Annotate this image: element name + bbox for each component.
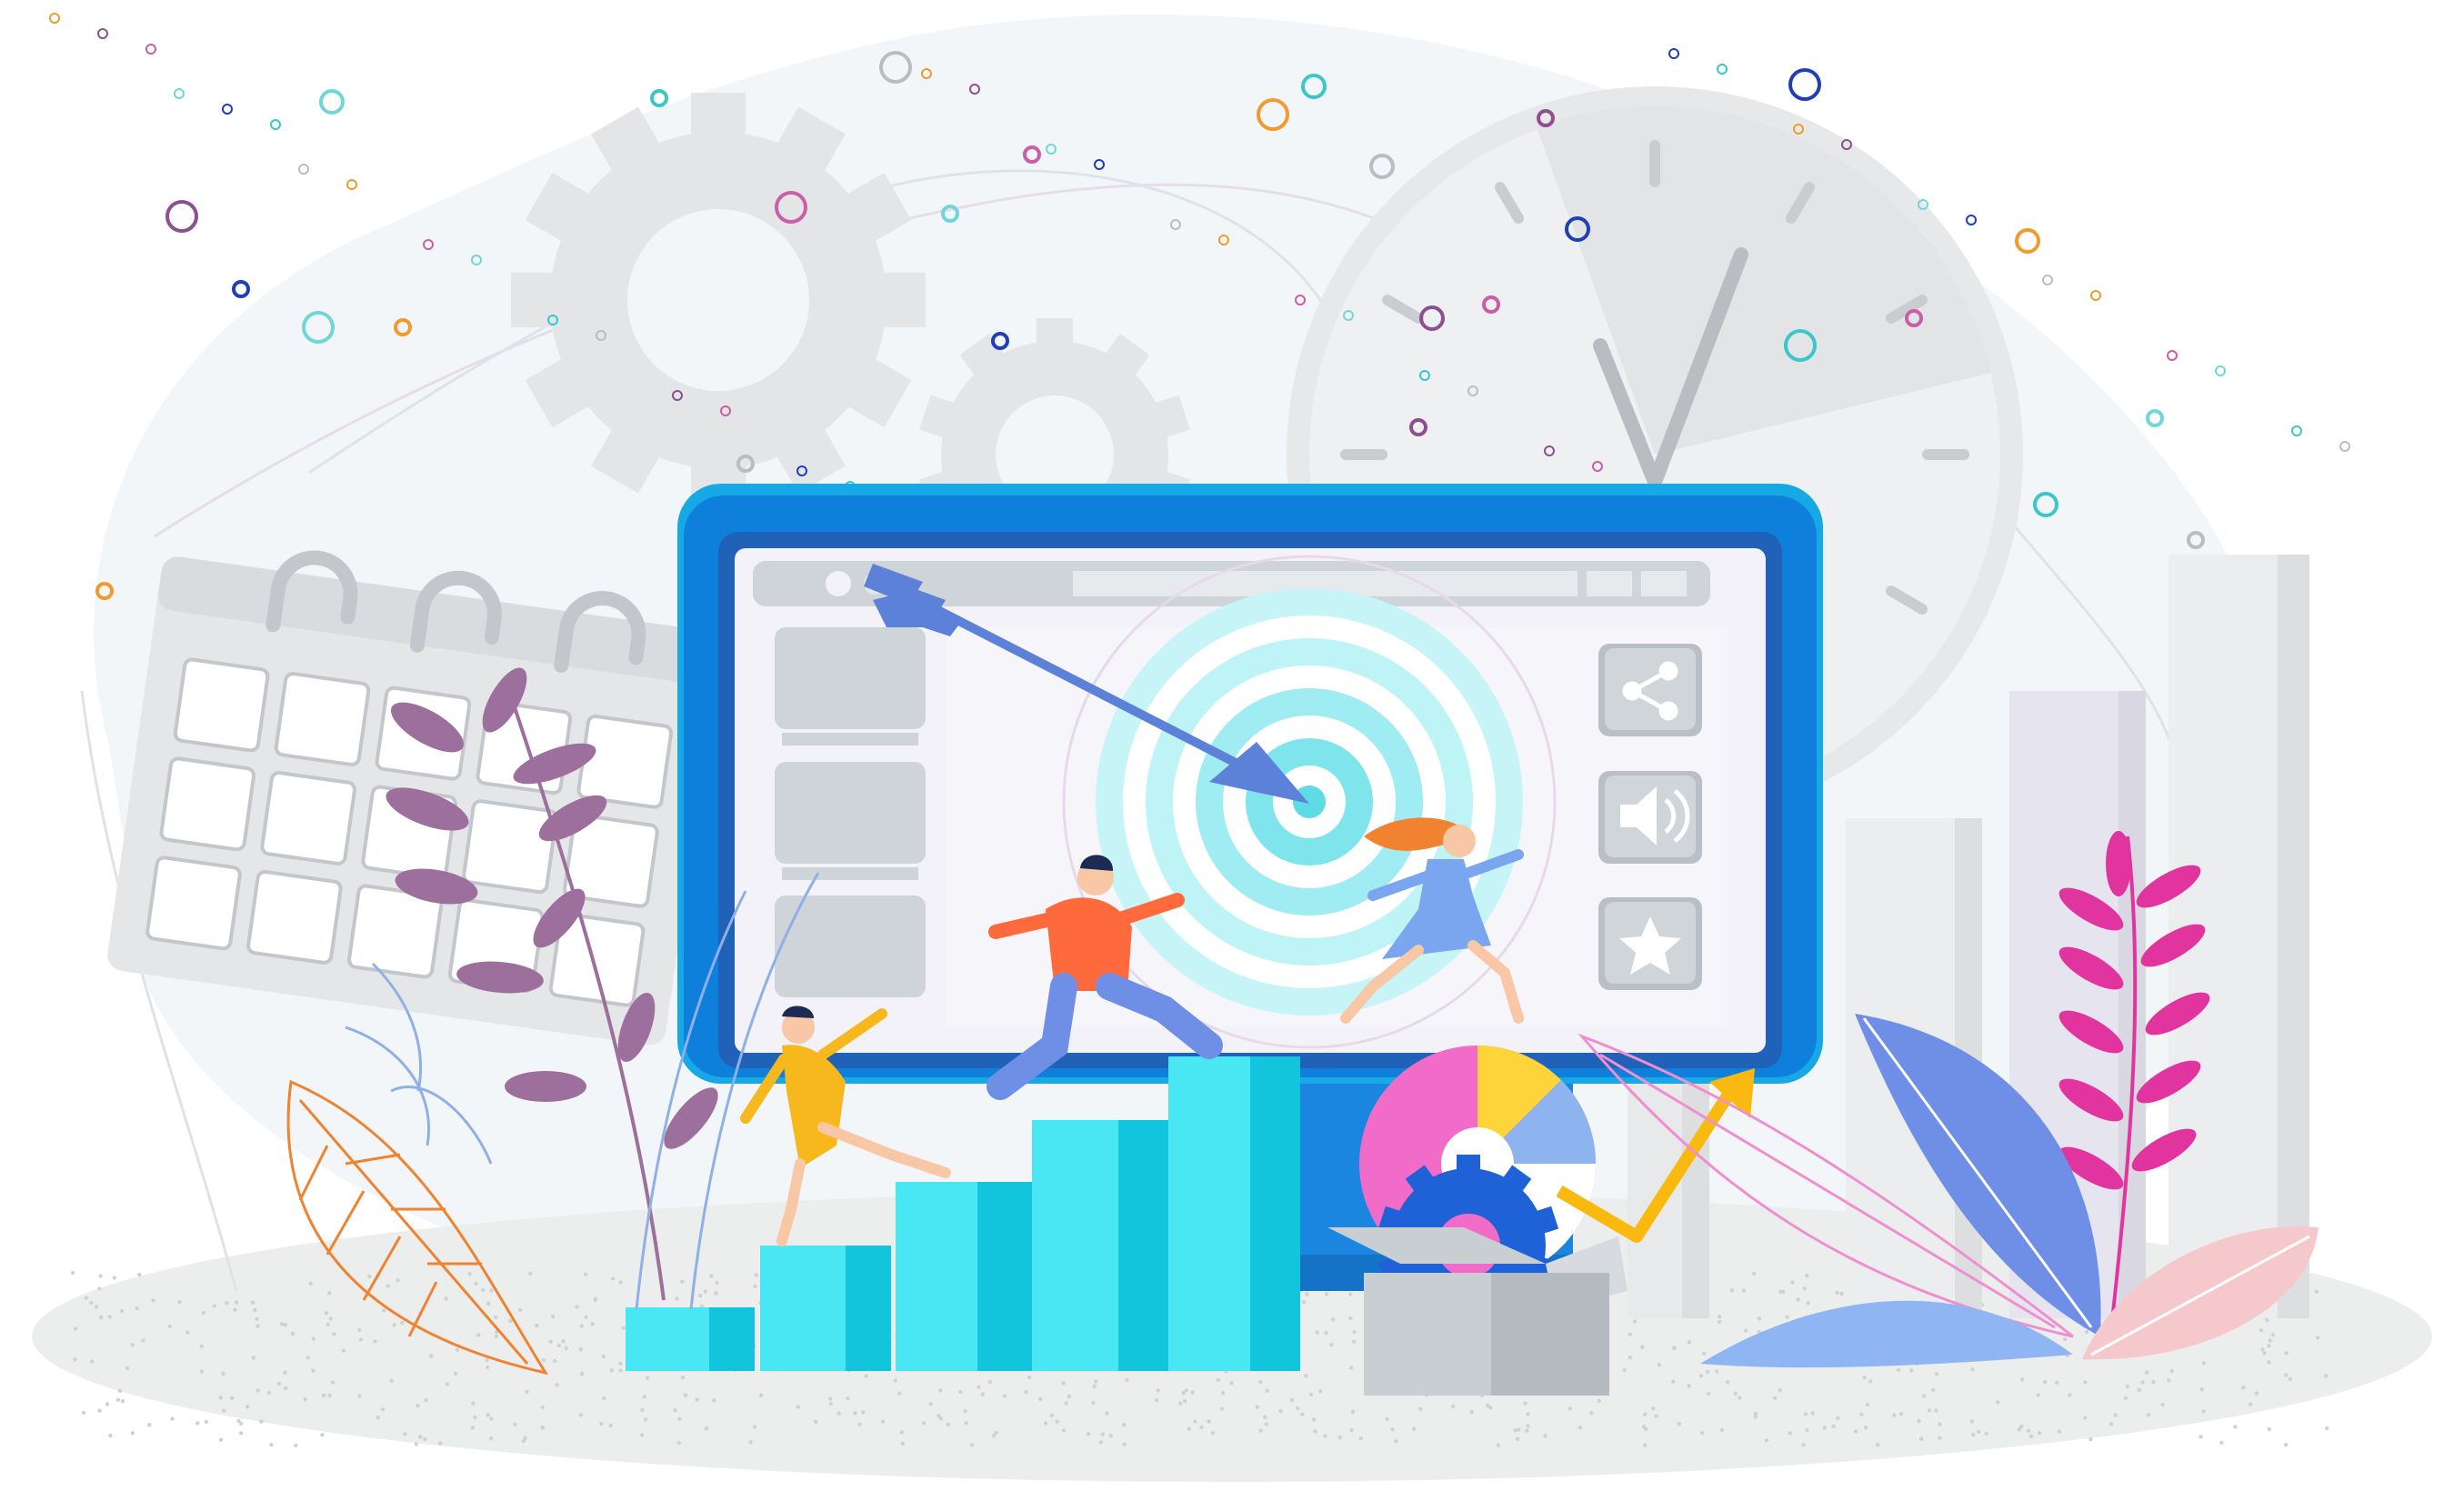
favorite-button[interactable] bbox=[1598, 897, 1702, 990]
sound-button[interactable] bbox=[1598, 771, 1702, 864]
sidebar-thumbnails bbox=[775, 627, 926, 997]
illustration bbox=[32, 13, 2432, 1482]
illustration-stage bbox=[0, 0, 2464, 1501]
share-button[interactable] bbox=[1598, 644, 1702, 736]
